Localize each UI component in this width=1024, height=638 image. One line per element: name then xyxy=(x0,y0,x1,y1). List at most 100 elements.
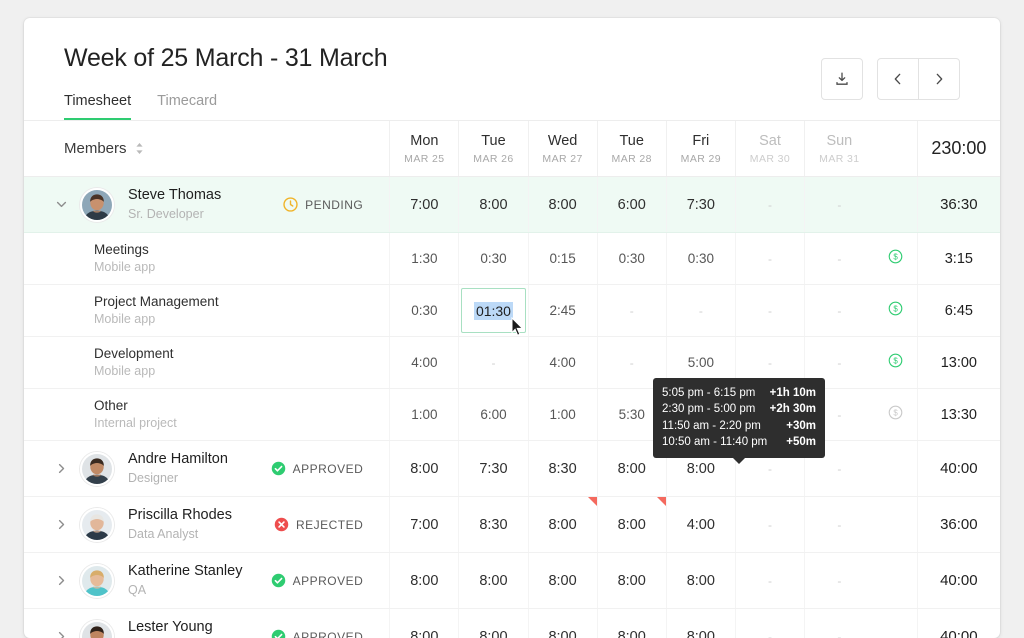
billable-icon[interactable]: $ xyxy=(888,249,903,264)
time-cell[interactable]: - xyxy=(805,553,874,609)
time-cell[interactable]: - xyxy=(735,233,804,285)
time-cell[interactable]: 8:00 xyxy=(390,609,459,638)
avatar[interactable] xyxy=(80,508,114,542)
alert-flag-icon[interactable] xyxy=(588,497,597,506)
time-cell[interactable]: 1:00 xyxy=(390,389,459,441)
next-week-button[interactable] xyxy=(918,58,960,100)
member-row[interactable]: Priscilla RhodesData AnalystREJECTED7:00… xyxy=(24,497,1000,553)
day-header-6[interactable]: Sun MAR 31 xyxy=(805,121,874,177)
time-cell[interactable]: 8:00 xyxy=(459,177,528,233)
billable-icon[interactable]: $ xyxy=(888,405,903,420)
time-cell[interactable]: - xyxy=(805,233,874,285)
time-cell[interactable]: - xyxy=(666,285,735,337)
billable-cell[interactable]: $ xyxy=(874,233,918,285)
time-cell[interactable]: 8:30 xyxy=(528,441,597,497)
day-header-4[interactable]: Fri MAR 29 xyxy=(666,121,735,177)
time-cell[interactable]: 8:00 xyxy=(597,553,666,609)
day-header-0[interactable]: Mon MAR 25 xyxy=(390,121,459,177)
day-header-1[interactable]: Tue MAR 26 xyxy=(459,121,528,177)
avatar[interactable] xyxy=(80,620,114,638)
time-cell[interactable]: - xyxy=(735,285,804,337)
time-cell[interactable]: 0:30 xyxy=(390,285,459,337)
tab-timecard[interactable]: Timecard xyxy=(157,93,217,120)
time-cell[interactable]: - xyxy=(735,553,804,609)
billable-icon[interactable]: $ xyxy=(888,301,903,316)
row-expand-toggle[interactable] xyxy=(48,198,74,211)
time-cell[interactable]: - xyxy=(735,177,804,233)
billable-cell[interactable]: $ xyxy=(874,337,918,389)
billable-cell[interactable]: $ xyxy=(874,389,918,441)
members-column-header[interactable]: Members xyxy=(24,121,390,177)
time-cell[interactable]: 8:00 xyxy=(390,553,459,609)
time-cell[interactable]: - xyxy=(459,337,528,389)
time-cell[interactable]: 4:00 xyxy=(666,497,735,553)
time-cell[interactable]: 8:00 xyxy=(528,609,597,638)
time-cell[interactable]: 8:00 xyxy=(528,553,597,609)
avatar[interactable] xyxy=(80,564,114,598)
task-row[interactable]: OtherInternal project1:006:001:005:30---… xyxy=(24,389,1000,441)
alert-flag-icon[interactable] xyxy=(657,497,666,506)
time-cell[interactable]: - xyxy=(805,497,874,553)
time-cell[interactable]: 2:45 xyxy=(528,285,597,337)
time-cell[interactable]: 4:00 xyxy=(390,337,459,389)
time-cell[interactable]: 8:00 xyxy=(528,177,597,233)
time-cell[interactable]: - xyxy=(805,285,874,337)
member-row[interactable]: Lester YoungDesignerAPPROVED8:008:008:00… xyxy=(24,609,1000,638)
time-cell[interactable]: 01:30 xyxy=(459,285,528,337)
time-cell[interactable]: 8:00 xyxy=(666,553,735,609)
row-expand-toggle[interactable] xyxy=(48,462,74,475)
time-cell[interactable]: 7:30 xyxy=(459,441,528,497)
member-row[interactable]: Steve ThomasSr. DeveloperPENDING7:008:00… xyxy=(24,177,1000,233)
row-expand-toggle[interactable] xyxy=(48,630,74,638)
time-cell[interactable]: 6:00 xyxy=(597,177,666,233)
billable-icon[interactable]: $ xyxy=(888,353,903,368)
time-cell[interactable]: 0:30 xyxy=(666,233,735,285)
time-cell[interactable]: - xyxy=(805,609,874,638)
member-row[interactable]: Andre HamiltonDesignerAPPROVED8:007:308:… xyxy=(24,441,1000,497)
time-cell[interactable]: 8:00 xyxy=(459,609,528,638)
time-cell[interactable]: 8:00 xyxy=(597,609,666,638)
task-identity: Project ManagementMobile app xyxy=(24,293,389,328)
time-cell[interactable]: - xyxy=(735,497,804,553)
day-header-5[interactable]: Sat MAR 30 xyxy=(735,121,804,177)
avatar[interactable] xyxy=(80,452,114,486)
time-cell[interactable]: 8:00 xyxy=(528,497,597,553)
header-actions xyxy=(821,58,960,100)
time-cell[interactable]: 8:00 xyxy=(390,441,459,497)
time-cell[interactable]: 7:30 xyxy=(666,177,735,233)
time-cell[interactable]: 8:30 xyxy=(459,497,528,553)
day-header-3[interactable]: Tue MAR 28 xyxy=(597,121,666,177)
task-row[interactable]: DevelopmentMobile app4:00-4:00-5:00--$13… xyxy=(24,337,1000,389)
row-expand-toggle[interactable] xyxy=(48,518,74,531)
task-row[interactable]: Project ManagementMobile app0:3001:302:4… xyxy=(24,285,1000,337)
download-button[interactable] xyxy=(821,58,863,100)
time-cell[interactable]: 7:00 xyxy=(390,497,459,553)
members-sort-control[interactable]: Members xyxy=(64,140,144,157)
time-cell[interactable]: - xyxy=(735,609,804,638)
previous-week-button[interactable] xyxy=(877,58,919,100)
time-cell[interactable]: 0:15 xyxy=(528,233,597,285)
time-cell[interactable]: 7:00 xyxy=(390,177,459,233)
tab-timesheet[interactable]: Timesheet xyxy=(64,93,131,120)
empty-value: - xyxy=(768,462,772,476)
member-row[interactable]: Katherine StanleyQAAPPROVED8:008:008:008… xyxy=(24,553,1000,609)
time-cell[interactable]: 4:00 xyxy=(528,337,597,389)
time-cell[interactable]: 1:00 xyxy=(528,389,597,441)
time-value: 8:00 xyxy=(687,461,715,477)
avatar[interactable] xyxy=(80,188,114,222)
day-header-2[interactable]: Wed MAR 27 xyxy=(528,121,597,177)
time-cell[interactable]: - xyxy=(805,177,874,233)
billable-cell[interactable]: $ xyxy=(874,285,918,337)
time-cell[interactable]: 8:00 xyxy=(459,553,528,609)
row-expand-toggle[interactable] xyxy=(48,574,74,587)
task-row[interactable]: MeetingsMobile app1:300:300:150:300:30--… xyxy=(24,233,1000,285)
time-cell[interactable]: 8:00 xyxy=(666,609,735,638)
time-cell[interactable]: 6:00 xyxy=(459,389,528,441)
time-cell[interactable]: - xyxy=(597,285,666,337)
time-input[interactable]: 01:30 xyxy=(461,288,525,333)
time-cell[interactable]: 0:30 xyxy=(597,233,666,285)
day-date-6: MAR 31 xyxy=(805,153,874,165)
time-cell[interactable]: 8:00 xyxy=(597,497,666,553)
time-cell[interactable]: 1:30 xyxy=(390,233,459,285)
time-cell[interactable]: 0:30 xyxy=(459,233,528,285)
